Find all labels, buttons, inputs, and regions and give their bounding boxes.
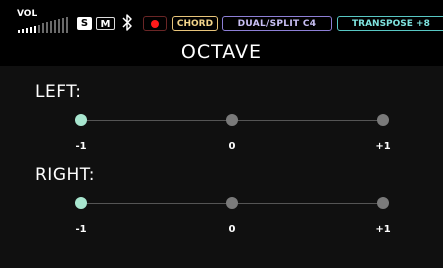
left-tick-label: -1	[75, 141, 87, 152]
volume-bar	[26, 27, 28, 33]
volume-bar	[62, 17, 64, 33]
volume-bar	[50, 21, 52, 33]
left-tick-label: 0	[228, 141, 236, 152]
bluetooth-icon[interactable]	[120, 13, 134, 32]
volume-meter[interactable]	[18, 15, 70, 33]
dual-split-button[interactable]: DUAL/SPLIT C4	[222, 16, 332, 31]
right-octave-option-plus1[interactable]	[377, 197, 389, 209]
volume-bar	[38, 24, 40, 33]
volume-bar	[46, 22, 48, 33]
right-tick-label: +1	[375, 224, 391, 235]
page-title: OCTAVE	[0, 38, 443, 66]
volume-bar	[22, 28, 24, 33]
right-octave-option-minus1[interactable]	[75, 197, 87, 209]
right-octave-option-0[interactable]	[226, 197, 238, 209]
volume-bar	[34, 25, 36, 33]
right-tick-label: -1	[75, 224, 87, 235]
mute-button[interactable]: M	[96, 17, 115, 30]
right-tick-label: 0	[228, 224, 236, 235]
left-octave-option-0[interactable]	[226, 114, 238, 126]
volume-bar	[58, 19, 60, 33]
chord-button[interactable]: CHORD	[172, 16, 218, 31]
transpose-button[interactable]: TRANSPOSE +8	[337, 16, 443, 31]
volume-bar	[54, 20, 56, 33]
left-octave-option-minus1[interactable]	[75, 114, 87, 126]
volume-bar	[66, 16, 68, 33]
solo-button[interactable]: S	[77, 17, 92, 30]
volume-bar	[30, 26, 32, 33]
right-octave-label: RIGHT:	[35, 165, 96, 185]
volume-bar	[42, 23, 44, 33]
left-tick-label: +1	[375, 141, 391, 152]
left-octave-label: LEFT:	[35, 82, 82, 102]
volume-bar	[18, 30, 20, 33]
record-icon	[151, 20, 159, 28]
record-button[interactable]	[143, 16, 167, 31]
left-octave-option-plus1[interactable]	[377, 114, 389, 126]
